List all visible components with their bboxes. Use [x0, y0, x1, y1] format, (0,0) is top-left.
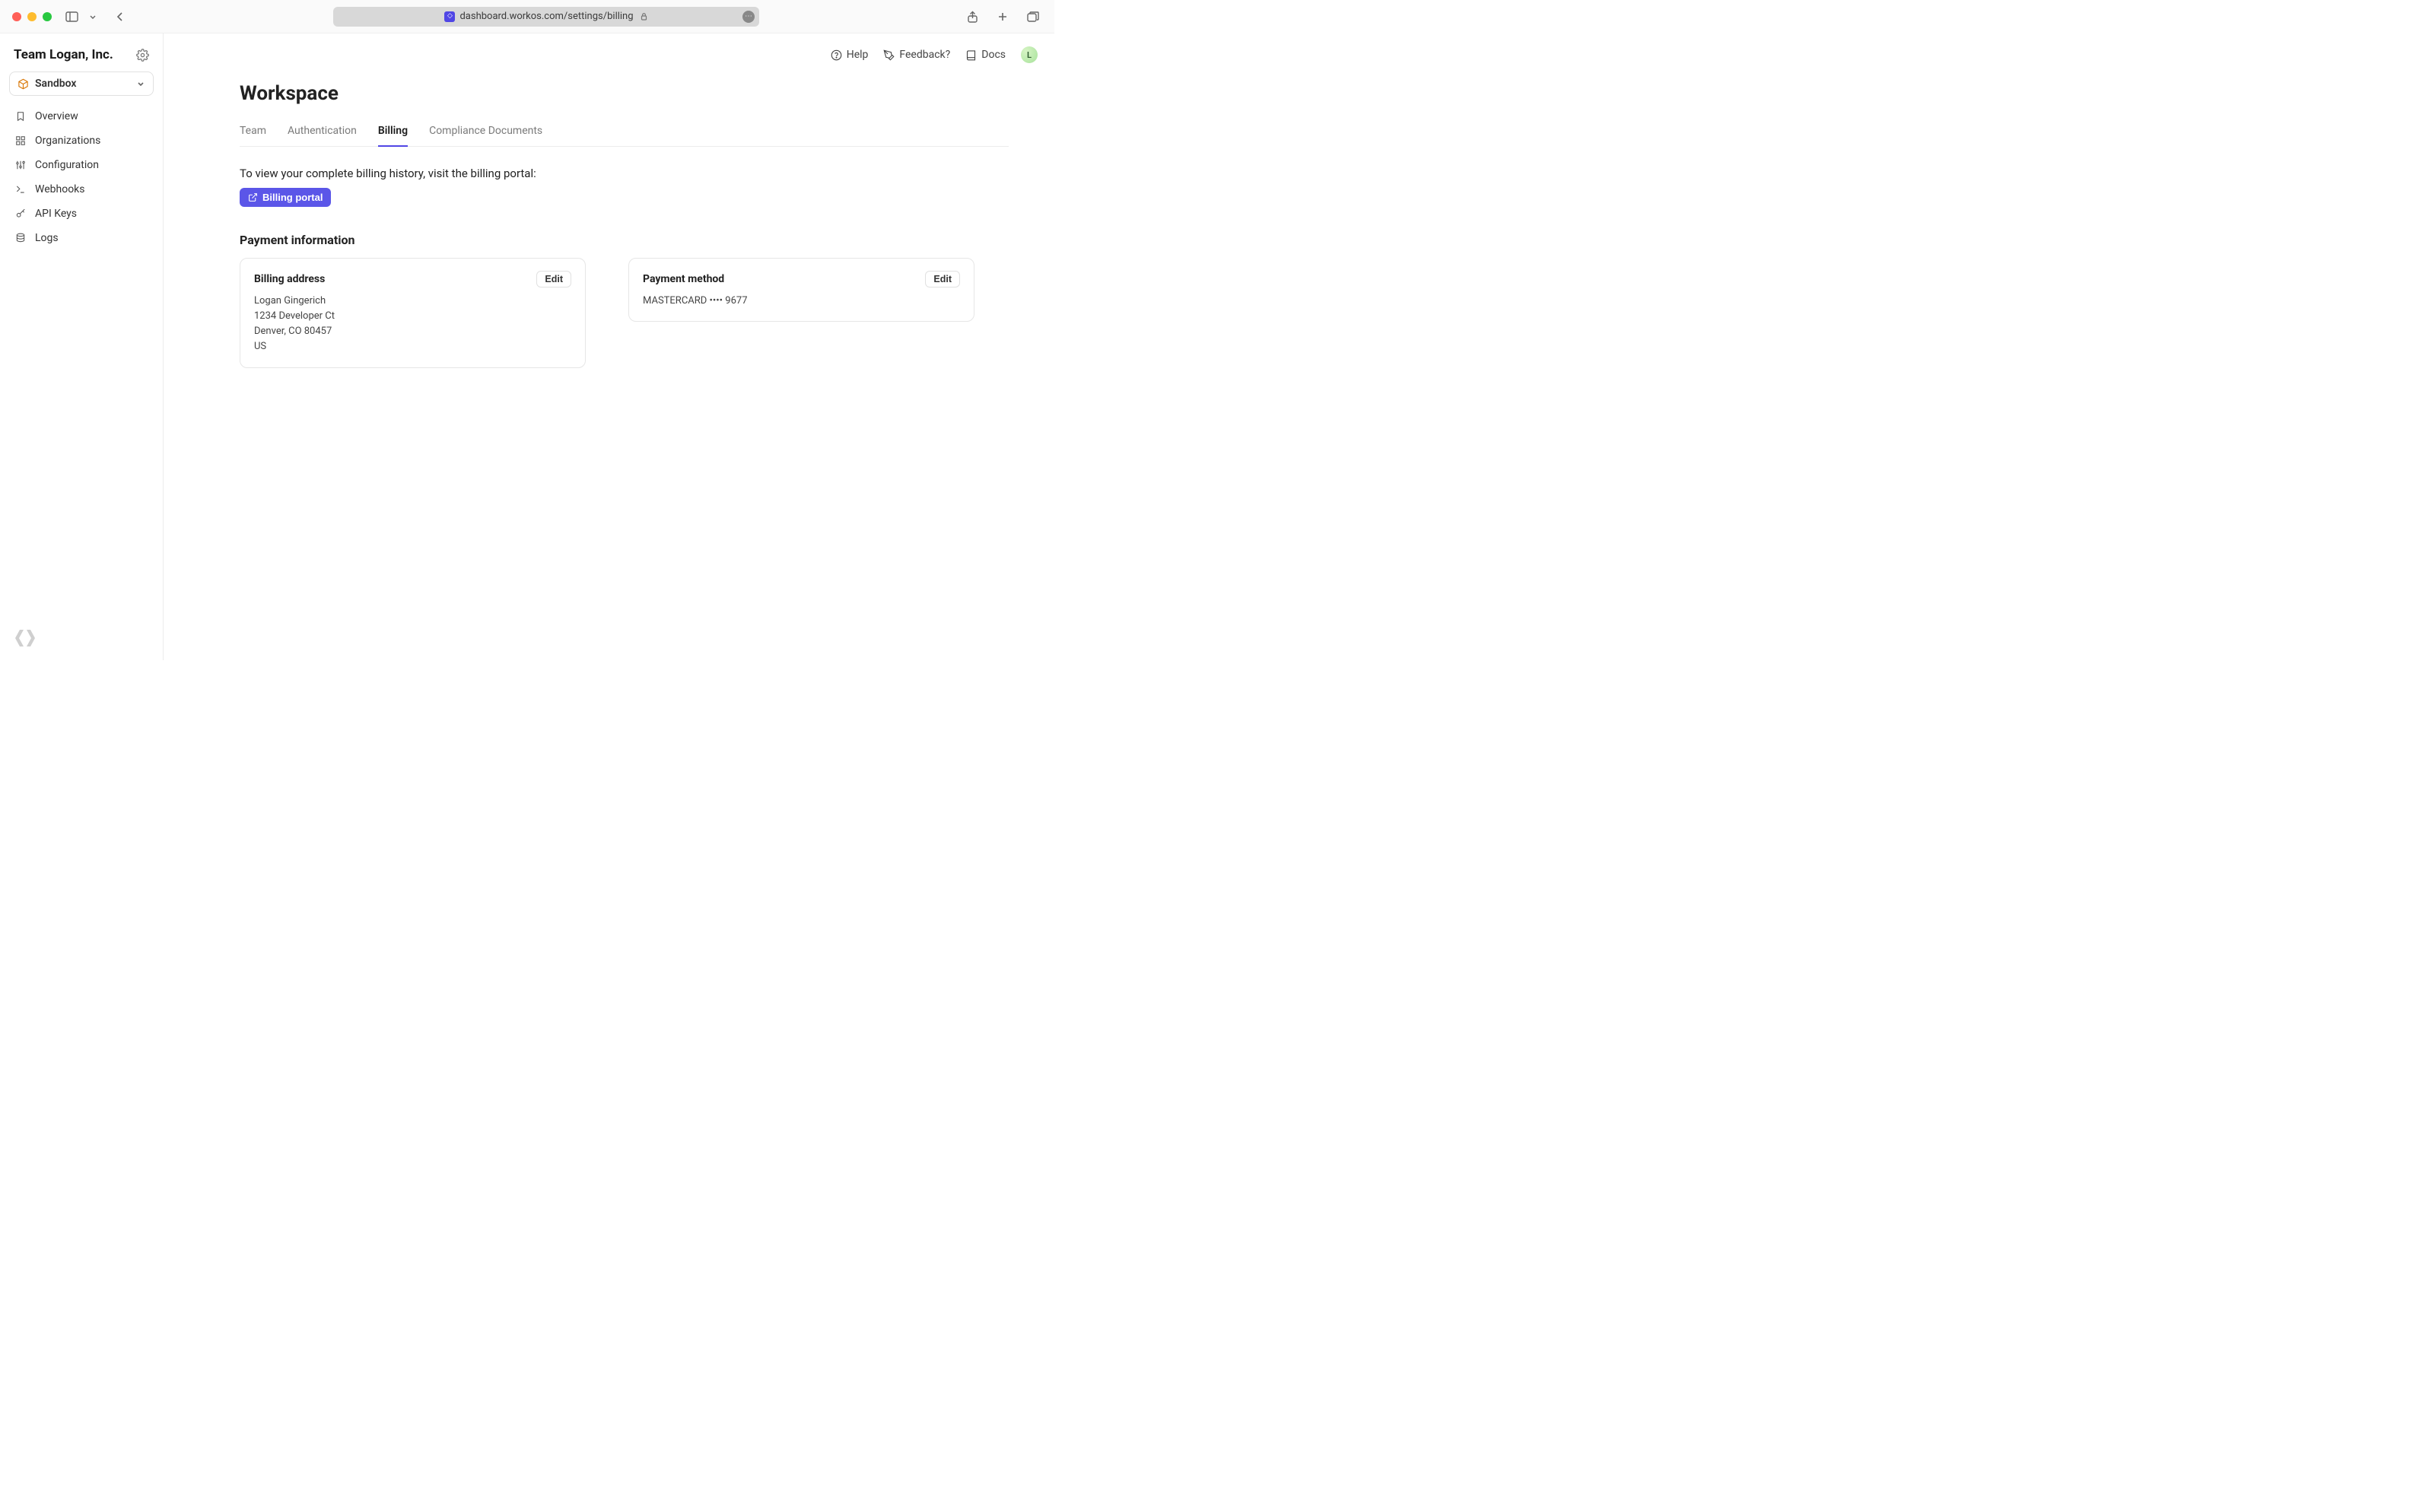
- url-text: dashboard.workos.com/settings/billing: [459, 11, 633, 22]
- payment-method-body: MASTERCARD •••• 9677: [643, 294, 960, 309]
- terminal-icon: [15, 184, 27, 195]
- environment-selector[interactable]: Sandbox: [9, 71, 154, 96]
- new-tab-icon[interactable]: [993, 8, 1012, 26]
- site-favicon-icon: [444, 11, 455, 22]
- billing-country: US: [254, 339, 571, 354]
- payment-method-summary: MASTERCARD •••• 9677: [643, 294, 960, 309]
- sidebar-item-configuration[interactable]: Configuration: [8, 154, 155, 176]
- share-icon[interactable]: [963, 8, 981, 26]
- environment-label: Sandbox: [35, 78, 77, 90]
- billing-street: 1234 Developer Ct: [254, 309, 571, 324]
- help-link[interactable]: Help: [831, 49, 869, 61]
- sidebar-item-label: Overview: [35, 110, 78, 122]
- key-icon: [15, 208, 27, 219]
- url-bar[interactable]: dashboard.workos.com/settings/billing ⋯: [333, 7, 759, 27]
- billing-portal-button[interactable]: Billing portal: [240, 188, 331, 207]
- feedback-link[interactable]: Feedback?: [883, 49, 950, 61]
- sliders-icon: [15, 160, 27, 170]
- billing-city-line: Denver, CO 80457: [254, 324, 571, 339]
- billing-name: Logan Gingerich: [254, 294, 571, 309]
- gear-icon[interactable]: [136, 49, 149, 62]
- billing-portal-button-label: Billing portal: [262, 192, 323, 203]
- payment-method-card: Payment method Edit MASTERCARD •••• 9677: [628, 258, 974, 322]
- lock-icon: [640, 12, 648, 21]
- sidebar-item-overview[interactable]: Overview: [8, 105, 155, 128]
- feedback-label: Feedback?: [899, 49, 950, 61]
- sidebar-item-label: Configuration: [35, 159, 99, 171]
- sidebar-item-label: Webhooks: [35, 183, 85, 195]
- help-icon: [831, 49, 842, 61]
- back-button[interactable]: [111, 8, 129, 26]
- billing-address-card: Billing address Edit Logan Gingerich 123…: [240, 258, 586, 368]
- help-label: Help: [847, 49, 869, 61]
- edit-payment-method-button[interactable]: Edit: [925, 271, 960, 287]
- brand-logo-icon: [14, 627, 37, 650]
- tab-team[interactable]: Team: [240, 119, 266, 146]
- docs-link[interactable]: Docs: [965, 49, 1006, 61]
- maximize-window-button[interactable]: [43, 12, 52, 21]
- topbar: Help Feedback? Docs L: [164, 33, 1054, 76]
- page-title: Workspace: [240, 82, 1009, 105]
- window-controls: [12, 12, 52, 21]
- grid-icon: [15, 135, 27, 146]
- tabs: Team Authentication Billing Compliance D…: [240, 119, 1009, 147]
- minimize-window-button[interactable]: [27, 12, 37, 21]
- sidebar-item-api-keys[interactable]: API Keys: [8, 202, 155, 225]
- team-name: Team Logan, Inc.: [14, 47, 113, 62]
- tab-authentication[interactable]: Authentication: [288, 119, 357, 146]
- main: Help Feedback? Docs L Workspace Team Aut…: [164, 33, 1054, 660]
- billing-address-body: Logan Gingerich 1234 Developer Ct Denver…: [254, 294, 571, 355]
- cube-icon: [17, 78, 29, 90]
- chevron-down-icon[interactable]: [88, 8, 97, 26]
- billing-intro-text: To view your complete billing history, v…: [240, 167, 536, 180]
- app-root: Team Logan, Inc. Sandbox Overview Organi…: [0, 33, 1054, 660]
- payment-info-heading: Payment information: [240, 233, 1009, 247]
- payment-method-title: Payment method: [643, 273, 724, 285]
- sidebar-item-logs[interactable]: Logs: [8, 227, 155, 249]
- avatar-initial: L: [1027, 50, 1032, 60]
- avatar[interactable]: L: [1021, 46, 1038, 63]
- sidebar-item-label: Organizations: [35, 135, 100, 147]
- content: Workspace Team Authentication Billing Co…: [164, 76, 1054, 399]
- bookmark-icon: [15, 111, 27, 122]
- browser-chrome: dashboard.workos.com/settings/billing ⋯: [0, 0, 1054, 33]
- chevron-down-icon: [136, 79, 145, 88]
- tab-billing[interactable]: Billing: [378, 119, 408, 147]
- close-window-button[interactable]: [12, 12, 21, 21]
- sidebar-item-organizations[interactable]: Organizations: [8, 129, 155, 152]
- sidebar-item-webhooks[interactable]: Webhooks: [8, 178, 155, 201]
- database-icon: [15, 233, 27, 243]
- book-icon: [965, 49, 977, 61]
- sidebar: Team Logan, Inc. Sandbox Overview Organi…: [0, 33, 164, 660]
- docs-label: Docs: [981, 49, 1006, 61]
- sidebar-item-label: Logs: [35, 232, 59, 244]
- tab-overview-icon[interactable]: [1024, 8, 1042, 26]
- tab-compliance-documents[interactable]: Compliance Documents: [429, 119, 542, 146]
- sidebar-nav: Overview Organizations Configuration Web…: [8, 105, 155, 249]
- pen-icon: [883, 49, 895, 61]
- sidebar-toggle-icon[interactable]: [62, 8, 81, 26]
- external-link-icon: [248, 192, 258, 202]
- billing-address-title: Billing address: [254, 273, 325, 285]
- sidebar-item-label: API Keys: [35, 208, 77, 220]
- edit-billing-address-button[interactable]: Edit: [536, 271, 571, 287]
- page-actions-icon[interactable]: ⋯: [742, 11, 755, 23]
